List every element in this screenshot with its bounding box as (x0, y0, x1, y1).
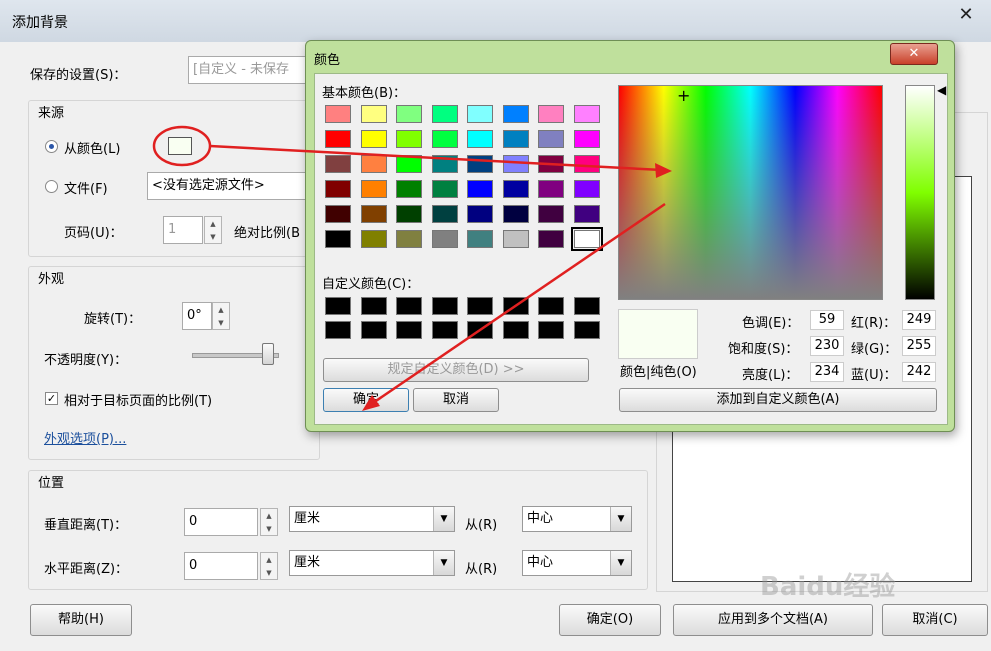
annotation-arrow-to-spectrum (209, 144, 663, 172)
baidu-watermark: Baidu经验 (760, 572, 896, 602)
arrow-head-icon (362, 395, 380, 411)
annotation-arrow-to-ok (369, 202, 666, 407)
annotation-overlay (152, 125, 672, 411)
annotation-circle (152, 125, 212, 167)
arrow-head-icon (655, 163, 672, 178)
